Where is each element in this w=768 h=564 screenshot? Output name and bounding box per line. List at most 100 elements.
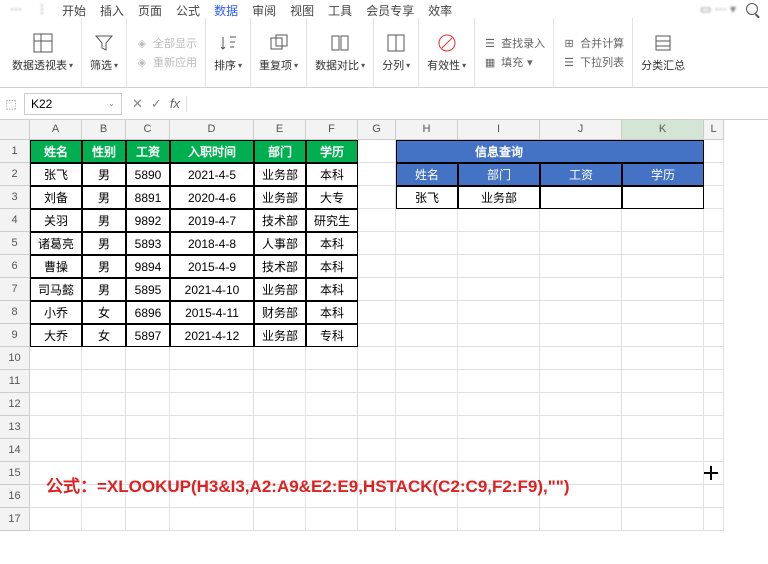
cell-merged[interactable] [540,140,622,163]
cell[interactable] [358,232,396,255]
merge-calc-button[interactable]: ⊞合并计算 [562,35,624,51]
cell[interactable] [358,416,396,439]
cell[interactable]: 本科 [306,232,358,255]
cell[interactable] [622,186,704,209]
cell[interactable]: 业务部 [254,186,306,209]
cell[interactable] [358,393,396,416]
cell[interactable] [540,508,622,531]
row-header[interactable]: 1 [0,140,30,163]
cell[interactable] [458,416,540,439]
cell[interactable] [396,255,458,278]
row-header[interactable]: 9 [0,324,30,347]
cell[interactable]: 6896 [126,301,170,324]
cell[interactable]: 业务部 [254,163,306,186]
cell[interactable] [30,347,82,370]
menu-item[interactable]: 效率 [428,2,452,18]
cell[interactable]: 女 [82,301,126,324]
cell[interactable] [622,370,704,393]
cell[interactable] [358,186,396,209]
cell[interactable] [396,324,458,347]
cell[interactable] [254,508,306,531]
confirm-icon[interactable]: ✓ [151,96,162,112]
cell[interactable] [396,278,458,301]
cell[interactable] [540,393,622,416]
cell[interactable]: 女 [82,324,126,347]
cell[interactable]: 性别 [82,140,126,163]
cell-merged[interactable] [622,140,704,163]
cell[interactable] [458,255,540,278]
row-header[interactable]: 8 [0,301,30,324]
cell[interactable]: 技术部 [254,255,306,278]
find-entry-button[interactable]: ☰查找录入 [483,35,545,51]
cell[interactable] [704,370,724,393]
cell[interactable] [170,416,254,439]
menu-item[interactable]: 开始 [62,2,86,18]
search-icon[interactable] [746,3,758,15]
cell[interactable]: 财务部 [254,301,306,324]
cell[interactable] [358,347,396,370]
cell[interactable] [82,393,126,416]
cell[interactable] [396,508,458,531]
cell[interactable] [82,508,126,531]
cancel-icon[interactable]: ✕ [132,96,143,112]
sort-button[interactable]: 排序▾ [206,18,251,87]
cell[interactable] [396,393,458,416]
cell[interactable] [540,255,622,278]
cell[interactable] [622,347,704,370]
cell[interactable] [540,370,622,393]
cell[interactable]: 男 [82,255,126,278]
cell[interactable] [358,301,396,324]
cell[interactable] [622,508,704,531]
cell[interactable] [358,140,396,163]
col-header[interactable]: A [30,120,82,140]
cell[interactable]: 部门 [458,163,540,186]
cell[interactable]: 工资 [540,163,622,186]
cell[interactable]: 张飞 [396,186,458,209]
cell[interactable] [396,347,458,370]
cell[interactable]: 男 [82,232,126,255]
cell[interactable]: 业务部 [254,278,306,301]
cell[interactable]: 人事部 [254,232,306,255]
cell[interactable]: 2021-4-12 [170,324,254,347]
cell[interactable]: 本科 [306,301,358,324]
cell[interactable] [458,393,540,416]
cell[interactable]: 司马懿 [30,278,82,301]
cell[interactable] [396,209,458,232]
menu-extra[interactable]: ▭ ⋯ ▾ [700,2,736,16]
row-header[interactable]: 15 [0,462,30,485]
cell[interactable]: 5897 [126,324,170,347]
cell[interactable]: 工资 [126,140,170,163]
menu-item[interactable]: 页面 [138,2,162,18]
row-header[interactable]: 13 [0,416,30,439]
cell[interactable] [30,416,82,439]
cell[interactable] [170,508,254,531]
cell[interactable] [306,370,358,393]
cell[interactable] [540,232,622,255]
cell[interactable] [30,439,82,462]
cell[interactable]: 刘备 [30,186,82,209]
cell[interactable] [254,370,306,393]
cell[interactable] [704,278,724,301]
row-header[interactable]: 14 [0,439,30,462]
cell[interactable]: 5895 [126,278,170,301]
cell-reference-box[interactable]: K22⌄ [24,93,122,115]
cell[interactable] [306,347,358,370]
cell[interactable] [126,393,170,416]
cell[interactable]: 诸葛亮 [30,232,82,255]
cell[interactable] [126,347,170,370]
row-header[interactable]: 2 [0,163,30,186]
fill-handle-icon[interactable]: ⬚ [0,97,22,111]
cell[interactable]: 男 [82,209,126,232]
cell[interactable]: 2020-4-6 [170,186,254,209]
split-button[interactable]: 分列▾ [374,18,419,87]
cell[interactable] [126,508,170,531]
dropdown-list-button[interactable]: ☰下拉列表 [562,54,624,70]
cell[interactable] [254,347,306,370]
cell[interactable]: 9892 [126,209,170,232]
col-header[interactable]: F [306,120,358,140]
cell[interactable] [622,439,704,462]
menu-item[interactable]: 工具 [328,2,352,18]
cell[interactable]: 技术部 [254,209,306,232]
validation-button[interactable]: 有效性▾ [419,18,475,87]
cell[interactable] [458,370,540,393]
